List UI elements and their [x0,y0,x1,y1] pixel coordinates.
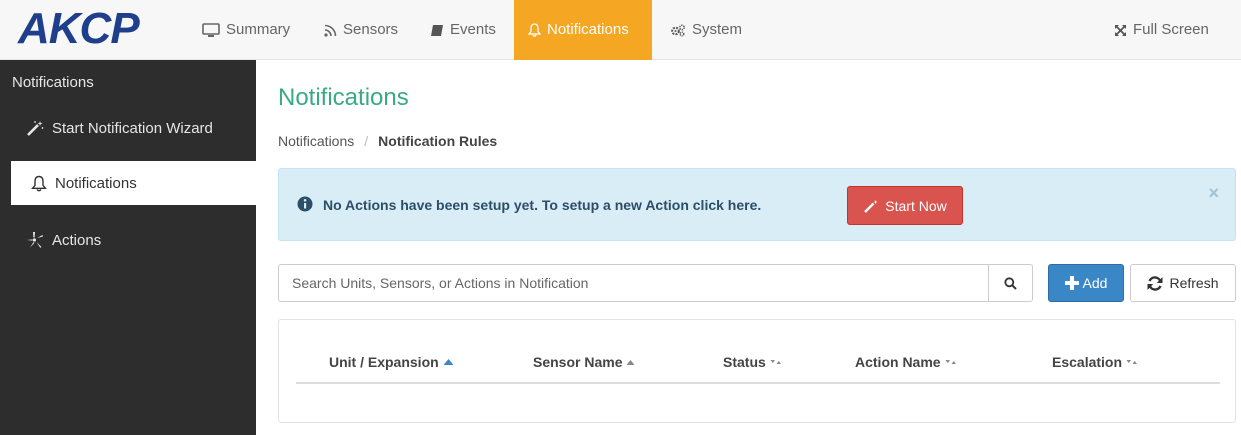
sort-both-icon [945,360,956,364]
table-header-divider [296,382,1220,384]
refresh-icon [1147,275,1163,291]
magic-wand-icon [27,121,44,136]
column-header-sensor-label: Sensor Name [533,354,623,370]
sidebar-item-actions[interactable]: Actions [0,218,256,262]
breadcrumb: Notifications / Notification Rules [278,133,497,149]
breadcrumb-separator: / [364,133,369,149]
column-header-action-label: Action Name [855,354,941,370]
nav-events[interactable]: Events [416,0,510,60]
sort-both-icon [1126,360,1138,364]
nav-events-label: Events [450,21,496,38]
bell-icon [31,175,47,191]
notification-rules-table: Unit / Expansion Sensor Name Status Acti… [278,319,1236,423]
breadcrumb-root[interactable]: Notifications [278,133,354,149]
rss-icon [324,24,337,37]
sidebar-item-actions-label: Actions [52,231,102,249]
magic-wand-icon [864,199,879,213]
search-input[interactable] [279,265,989,301]
sidebar: Notifications Start Notification Wizard … [0,60,256,435]
column-header-escalation[interactable]: Escalation [1052,354,1138,370]
nav-sensors-label: Sensors [343,21,399,38]
nav-sensors[interactable]: Sensors [310,0,412,60]
sort-both-icon [770,360,781,364]
sidebar-item-notifications-label: Notifications [55,174,137,192]
fullscreen-label: Full Screen [1133,21,1209,38]
alert-message: No Actions have been setup yet. To setup… [323,197,762,213]
expand-icon [1115,24,1126,36]
column-header-status[interactable]: Status [723,354,782,370]
nav-notifications-label: Notifications [547,21,629,38]
refresh-button[interactable]: Refresh [1130,264,1236,302]
sidebar-item-wizard-label: Start Notification Wizard [52,119,213,137]
start-now-button[interactable]: Start Now [847,186,963,225]
akcp-logo[interactable]: AKCP [18,6,140,52]
column-header-action[interactable]: Action Name [855,354,957,370]
column-header-sensor[interactable]: Sensor Name [533,354,635,370]
book-icon [431,24,443,36]
search-icon [1004,276,1017,290]
plus-icon [1064,276,1079,290]
sort-asc-icon [443,359,454,365]
nav-summary[interactable]: Summary [188,0,304,60]
nav-summary-label: Summary [226,21,291,38]
nav-system[interactable]: System [656,0,756,60]
start-now-label: Start Now [885,197,947,214]
add-label: Add [1082,275,1108,291]
info-alert: No Actions have been setup yet. To setup… [278,168,1236,241]
column-header-unit-label: Unit / Expansion [329,354,439,370]
add-button[interactable]: Add [1048,264,1124,302]
fullscreen-button[interactable]: Full Screen [1100,0,1223,60]
gears-icon [671,24,685,36]
breadcrumb-current: Notification Rules [378,133,498,149]
search-button[interactable] [988,265,1032,301]
bell-icon [528,23,541,37]
top-navbar: AKCP Summary Sensors Events Notification… [0,0,1241,60]
actions-icon [27,232,43,248]
refresh-label: Refresh [1169,275,1219,291]
info-circle-icon [297,196,313,212]
alert-close-icon[interactable]: × [1208,183,1219,204]
monitor-icon [202,22,220,37]
nav-system-label: System [692,21,743,38]
column-header-status-label: Status [723,354,766,370]
sidebar-item-notifications[interactable]: Notifications [11,161,256,205]
sidebar-item-wizard[interactable]: Start Notification Wizard [0,106,256,150]
search-box [278,264,1033,302]
column-header-escalation-label: Escalation [1052,354,1123,370]
page-title: Notifications [278,84,409,111]
column-header-unit[interactable]: Unit / Expansion [329,354,454,370]
sort-icon [626,359,635,365]
sidebar-header: Notifications [12,74,94,91]
nav-notifications[interactable]: Notifications [514,0,652,60]
